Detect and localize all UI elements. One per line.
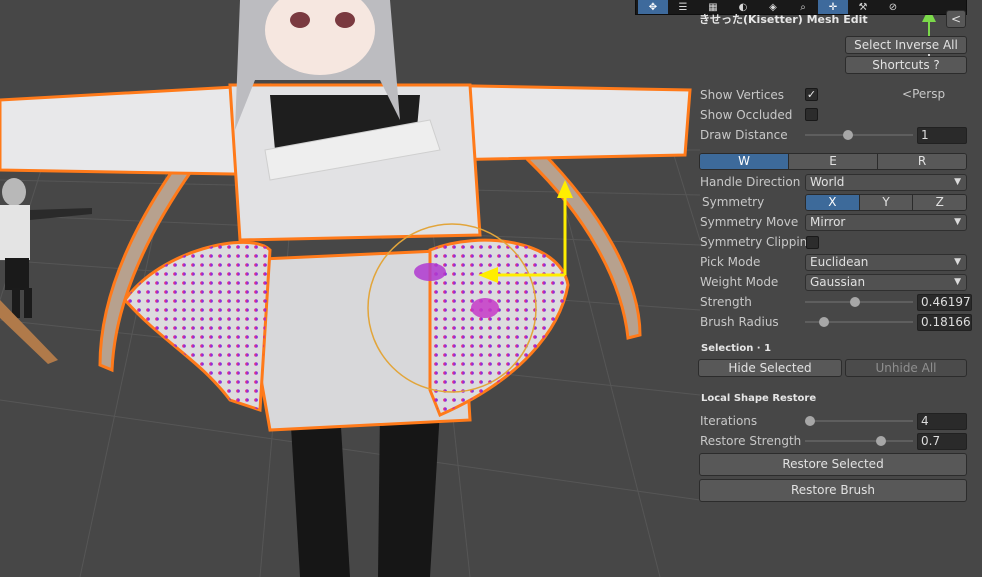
pick-mode-dropdown[interactable]: Euclidean ▼: [805, 254, 967, 271]
iterations-field[interactable]: 4: [917, 413, 967, 430]
chevron-down-icon: ▼: [954, 177, 961, 187]
iterations-slider-knob[interactable]: [805, 416, 816, 426]
panel-title: きせった(Kisetter) Mesh Edit: [699, 13, 868, 26]
mode-tab-e[interactable]: E: [788, 154, 877, 169]
symmetry-axis-x[interactable]: X: [806, 195, 859, 210]
restore-strength-slider-knob[interactable]: [875, 436, 886, 446]
collapse-button[interactable]: <: [946, 10, 966, 28]
brush-radius-field[interactable]: 0.181668: [917, 314, 972, 331]
brush-hotspot: [414, 263, 446, 281]
symmetry-axis-tabs: XYZ: [805, 194, 967, 211]
selection-section-title: Selection · 1: [701, 343, 772, 354]
chevron-down-icon: ▼: [954, 217, 961, 227]
iterations-slider-track[interactable]: [805, 420, 913, 422]
symmetry-axis-z[interactable]: Z: [912, 195, 966, 210]
background-character: [0, 178, 92, 364]
restore-strength-slider-track[interactable]: [805, 440, 913, 442]
symmetry-clipping-label: Symmetry Clipping: [700, 235, 815, 249]
symmetry-move-value: Mirror: [810, 215, 846, 229]
restore-strength-field[interactable]: 0.7: [917, 433, 967, 450]
show-vertices-checkbox[interactable]: ✓: [805, 88, 818, 101]
symmetry-clipping-checkbox[interactable]: [806, 236, 819, 249]
persp-label: Persp: [912, 87, 946, 101]
weight-mode-dropdown[interactable]: Gaussian ▼: [805, 274, 967, 291]
symmetry-move-label: Symmetry Move: [700, 215, 799, 229]
strength-field[interactable]: 0.46197: [917, 294, 972, 311]
symmetry-axis-y[interactable]: Y: [858, 195, 913, 210]
weight-mode-label: Weight Mode: [700, 275, 779, 289]
symmetry-label: Symmetry: [702, 195, 765, 209]
handle-direction-value: World: [810, 175, 845, 189]
mode-tabs: WER: [699, 153, 967, 170]
mesh-edit-panel: きせった(Kisetter) Mesh Edit < Select Invers…: [690, 0, 982, 577]
symmetry-move-dropdown[interactable]: Mirror ▼: [805, 214, 967, 231]
show-vertices-label: Show Vertices: [700, 88, 785, 102]
unhide-all-button[interactable]: Unhide All: [845, 359, 967, 377]
weight-mode-value: Gaussian: [810, 275, 866, 289]
hide-selected-button[interactable]: Hide Selected: [698, 359, 842, 377]
iterations-label: Iterations: [700, 414, 758, 428]
draw-distance-label: Draw Distance: [700, 128, 788, 142]
shortcuts-button[interactable]: Shortcuts ?: [845, 56, 967, 74]
chevron-down-icon: ▼: [954, 257, 961, 267]
draw-distance-field[interactable]: 1: [917, 127, 967, 144]
restore-strength-label: Restore Strength: [700, 434, 802, 448]
move-icon[interactable]: ✥: [638, 0, 668, 14]
handle-direction-dropdown[interactable]: World ▼: [805, 174, 967, 191]
pick-mode-value: Euclidean: [810, 255, 869, 269]
handle-direction-label: Handle Direction: [700, 175, 801, 189]
restore-selected-button[interactable]: Restore Selected: [699, 453, 967, 476]
local-shape-restore-title: Local Shape Restore: [701, 393, 817, 404]
show-occluded-checkbox[interactable]: [805, 108, 818, 121]
right-skirt-vertices: [430, 240, 568, 415]
brush-hotspot: [471, 298, 499, 318]
persp-button[interactable]: <Persp: [902, 86, 945, 102]
draw-distance-slider-knob[interactable]: [843, 130, 854, 140]
strength-slider-knob[interactable]: [849, 297, 860, 307]
select-inverse-all-button[interactable]: Select Inverse All: [845, 36, 967, 54]
mode-tab-w[interactable]: W: [700, 154, 788, 169]
brush-radius-slider-knob[interactable]: [819, 317, 830, 327]
strength-label: Strength: [700, 295, 752, 309]
restore-brush-button[interactable]: Restore Brush: [699, 479, 967, 502]
draw-distance-slider-track[interactable]: [805, 134, 913, 136]
character-legs: [290, 410, 440, 577]
chevron-left-icon: <: [902, 87, 913, 101]
pick-mode-label: Pick Mode: [700, 255, 761, 269]
show-occluded-label: Show Occluded: [700, 108, 793, 122]
chevron-down-icon: ▼: [954, 277, 961, 287]
mode-tab-r[interactable]: R: [877, 154, 966, 169]
brush-radius-label: Brush Radius: [700, 315, 779, 329]
